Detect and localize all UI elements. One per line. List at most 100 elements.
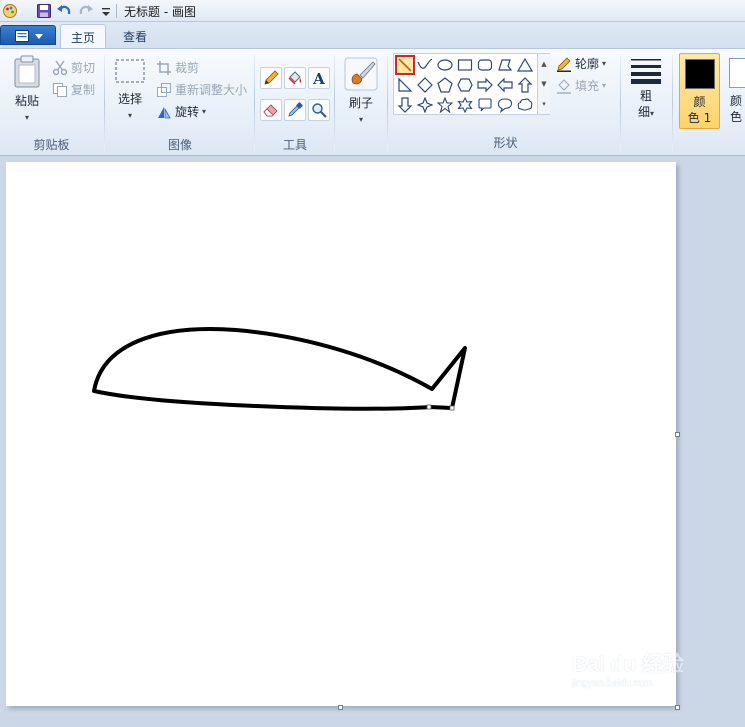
shape-rounded-rectangle[interactable] — [475, 55, 495, 75]
group-separator — [387, 55, 388, 151]
shapes-gallery-scrollbar[interactable]: ▲ ▼ ▾ — [537, 54, 550, 114]
size-button[interactable]: 粗 细 ▾ — [626, 55, 666, 127]
color1-label: 颜 色 1 — [680, 94, 719, 126]
outline-dropdown-icon: ▾ — [602, 59, 607, 68]
shape-six-point-star[interactable] — [455, 95, 475, 115]
pencil-icon — [264, 70, 279, 85]
pencil-tool[interactable] — [260, 67, 282, 89]
scroll-down-icon[interactable]: ▼ — [538, 74, 550, 94]
color2-swatch — [729, 58, 745, 88]
shapes-group-label: 形状 — [493, 136, 518, 150]
shape-up-arrow[interactable] — [515, 75, 535, 95]
cut-button[interactable]: 剪切 — [52, 59, 95, 76]
shape-diamond[interactable] — [415, 75, 435, 95]
save-icon[interactable] — [36, 3, 52, 19]
shape-four-point-star[interactable] — [415, 95, 435, 115]
shape-pentagon[interactable] — [435, 75, 455, 95]
line-shape-icon — [398, 58, 412, 72]
paint-menu-button[interactable] — [0, 25, 56, 45]
shape-rectangle[interactable] — [455, 55, 475, 75]
select-button[interactable]: 选择 ▾ — [112, 57, 148, 127]
brushes-button[interactable]: 刷子 ▾ — [340, 57, 382, 129]
scroll-up-icon[interactable]: ▲ — [538, 54, 550, 74]
outline-button[interactable]: 轮廓 ▾ — [556, 55, 606, 72]
select-dropdown-icon: ▾ — [127, 111, 132, 120]
oval-shape-icon — [437, 59, 453, 71]
fill-button[interactable]: 填充 ▾ — [556, 77, 606, 94]
curve-shape-icon — [417, 58, 433, 69]
brush-icon — [344, 57, 378, 91]
fill-label: 填充 — [575, 79, 600, 93]
group-separator — [334, 55, 335, 151]
group-separator — [620, 55, 621, 151]
rotate-icon — [158, 106, 171, 118]
canvas-resize-handle-corner[interactable] — [675, 705, 680, 710]
window-title: 无标题 - 画图 — [124, 5, 196, 19]
paste-button[interactable]: 粘贴 ▾ — [8, 55, 46, 127]
copy-button[interactable]: 复制 — [52, 81, 95, 98]
shape-hexagon[interactable] — [455, 75, 475, 95]
magnifier-icon — [312, 103, 327, 118]
line-endpoint-handle — [426, 404, 432, 410]
redo-icon[interactable] — [78, 3, 94, 19]
shape-oval[interactable] — [435, 55, 455, 75]
magnifier-tool[interactable] — [308, 99, 330, 121]
shape-left-arrow[interactable] — [495, 75, 515, 95]
hexagon-shape-icon — [457, 78, 473, 92]
color-picker-tool[interactable] — [284, 99, 306, 121]
undo-icon[interactable] — [56, 3, 72, 19]
shape-rounded-callout[interactable] — [475, 95, 495, 115]
group-separator — [254, 55, 255, 151]
oval-callout-shape-icon — [497, 98, 513, 113]
rotate-button[interactable]: 旋转 ▾ — [156, 103, 206, 120]
shape-right-arrow[interactable] — [475, 75, 495, 95]
outline-label: 轮廓 — [575, 57, 600, 71]
clipboard-group: 粘贴 ▾ 剪切 复制 剪贴板 — [0, 51, 103, 155]
cut-label: 剪切 — [71, 61, 96, 75]
shape-right-triangle[interactable] — [395, 75, 415, 95]
tools-group: A 工具 — [256, 51, 334, 155]
color1-swatch — [685, 59, 715, 89]
paste-dropdown-icon: ▾ — [24, 113, 29, 122]
tab-home[interactable]: 主页 — [60, 24, 107, 48]
shape-five-point-star[interactable] — [435, 95, 455, 115]
tab-view[interactable]: 查看 — [113, 24, 157, 48]
shape-polygon[interactable] — [495, 55, 515, 75]
shape-curve[interactable] — [415, 55, 435, 75]
shape-fill-icon — [557, 78, 571, 94]
eraser-tool[interactable] — [260, 99, 282, 121]
shape-oval-callout[interactable] — [495, 95, 515, 115]
work-area: Bai du 经验 jingyan.baidu.com — [0, 156, 745, 727]
fill-tool[interactable] — [284, 67, 306, 89]
resize-icon — [157, 82, 171, 97]
customize-quick-access-icon[interactable] — [98, 3, 114, 19]
size-label-bottom-text: 细 — [637, 105, 650, 119]
rectangle-shape-icon — [457, 59, 473, 71]
color1-label-line1: 颜 — [693, 95, 706, 109]
text-tool[interactable]: A — [308, 67, 330, 89]
crop-button[interactable]: 裁剪 — [156, 59, 199, 76]
fill-bucket-icon — [288, 71, 302, 85]
gallery-expand-icon[interactable]: ▾ — [538, 94, 550, 114]
size-label-top: 粗 — [639, 89, 652, 103]
drawing-canvas[interactable] — [6, 162, 676, 706]
color1-button[interactable]: 颜 色 1 — [679, 53, 720, 129]
canvas-resize-handle-bottom[interactable] — [338, 705, 343, 710]
ribbon-tab-row: 主页 查看 — [0, 22, 745, 48]
copy-icon — [53, 82, 67, 97]
shape-cloud-callout[interactable] — [515, 95, 535, 115]
shape-down-arrow[interactable] — [395, 95, 415, 115]
shape-triangle[interactable] — [515, 55, 535, 75]
rotate-label: 旋转 — [175, 105, 200, 119]
color-picker-icon — [288, 102, 303, 117]
tools-group-label: 工具 — [282, 138, 307, 152]
canvas-resize-handle-right[interactable] — [675, 432, 680, 437]
resize-button[interactable]: 重新调整大小 — [156, 81, 247, 98]
color2-button[interactable]: 颜 色 — [726, 53, 745, 129]
shape-line[interactable] — [395, 55, 415, 75]
title-separator — [116, 4, 117, 18]
pentagon-shape-icon — [437, 77, 453, 93]
selection-rectangle-icon — [115, 59, 145, 83]
paint-app-icon[interactable] — [2, 3, 18, 19]
select-label: 选择 — [117, 92, 142, 106]
